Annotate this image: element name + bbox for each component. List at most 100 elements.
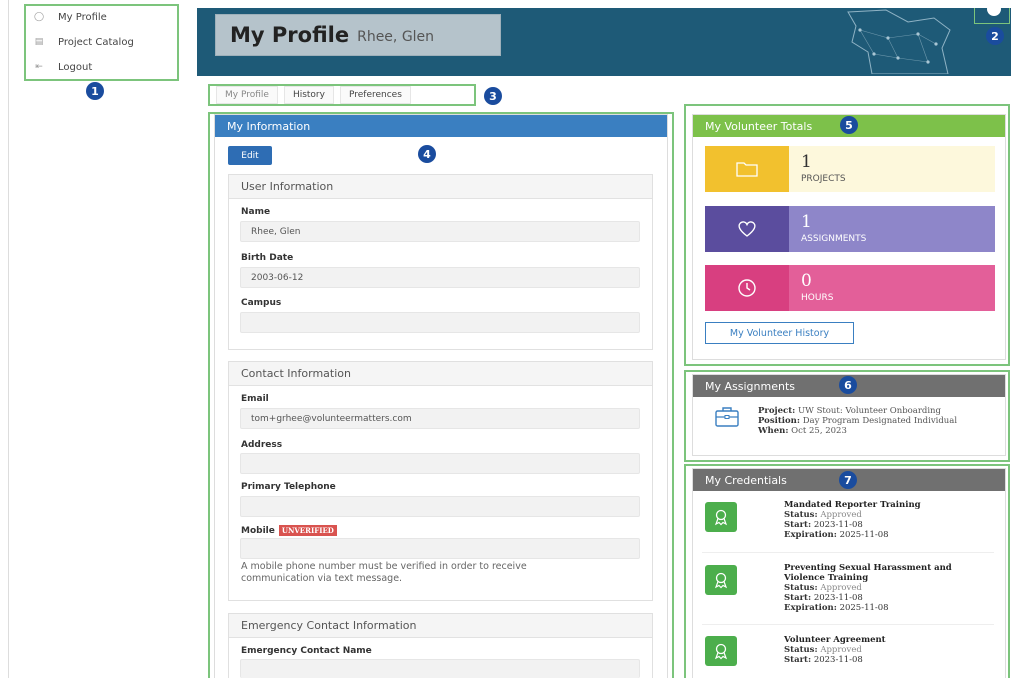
- assignment-item[interactable]: Project: UW Stout: Volunteer Onboarding …: [758, 406, 957, 436]
- status-value: Approved: [820, 510, 862, 520]
- divider: [702, 624, 994, 625]
- nav-item-label: Logout: [58, 61, 93, 73]
- campus-field[interactable]: [240, 312, 640, 333]
- callout-marker: 4: [418, 145, 436, 163]
- profile-icon: ◯: [33, 12, 45, 22]
- birth-date-label: Birth Date: [241, 253, 294, 263]
- expiration-value: 2025-11-08: [839, 603, 889, 613]
- nav-item-project-catalog[interactable]: ▤ Project Catalog: [32, 33, 134, 51]
- hours-label: HOURS: [801, 293, 834, 303]
- projects-label: PROJECTS: [801, 174, 846, 184]
- stat-hours[interactable]: 0 HOURS: [705, 265, 995, 311]
- status-value: Approved: [820, 645, 862, 655]
- campus-label: Campus: [241, 298, 282, 308]
- volunteer-history-button[interactable]: My Volunteer History: [705, 322, 854, 344]
- when-value: Oct 25, 2023: [791, 426, 847, 436]
- project-value: UW Stout: Volunteer Onboarding: [797, 406, 941, 416]
- email-label: Email: [241, 394, 269, 404]
- credential-title-cont: Violence Training: [784, 573, 869, 583]
- credential-title: Volunteer Agreement: [784, 635, 886, 645]
- name-field[interactable]: Rhee, Glen: [240, 221, 640, 242]
- primary-telephone-field[interactable]: [240, 496, 640, 517]
- folder-icon: [705, 146, 789, 192]
- state-map-icon: [847, 9, 951, 74]
- section-heading: Emergency Contact Information: [229, 614, 652, 638]
- section-heading: Contact Information: [229, 362, 652, 386]
- divider: [702, 552, 994, 553]
- callout-marker: 2: [986, 27, 1004, 45]
- hours-count: 0: [801, 271, 812, 291]
- mobile-label: Mobile: [241, 525, 275, 536]
- book-icon: ▤: [34, 37, 44, 47]
- address-field[interactable]: [240, 453, 640, 474]
- when-label: When:: [758, 426, 789, 436]
- award-icon: [705, 502, 737, 532]
- user-menu-highlight[interactable]: [974, 2, 1010, 24]
- nav-item-my-profile[interactable]: ◯ My Profile: [32, 8, 107, 26]
- status-label: Status:: [784, 645, 818, 655]
- start-value: 2023-11-08: [813, 593, 863, 603]
- mobile-note-line: A mobile phone number must be verified i…: [241, 561, 527, 572]
- edit-button[interactable]: Edit: [228, 146, 272, 165]
- tab-my-profile[interactable]: My Profile: [216, 86, 278, 104]
- tab-preferences[interactable]: Preferences: [339, 86, 411, 104]
- start-label: Start:: [784, 520, 812, 530]
- mobile-field[interactable]: [240, 538, 640, 559]
- position-label: Position:: [758, 416, 800, 426]
- expiration-value: 2025-11-08: [839, 530, 889, 540]
- credential-item[interactable]: Preventing Sexual Harassment and Violenc…: [784, 563, 952, 613]
- callout-marker: 6: [839, 376, 857, 394]
- award-icon: [705, 565, 737, 595]
- position-value: Day Program Designated Individual: [802, 416, 958, 426]
- user-avatar-icon[interactable]: [987, 2, 1001, 16]
- mobile-label-row: Mobile UNVERIFIED: [241, 525, 337, 536]
- assignments-count: 1: [801, 212, 812, 232]
- start-value: 2023-11-08: [813, 520, 863, 530]
- project-label: Project:: [758, 406, 796, 416]
- callout-marker: 5: [840, 116, 858, 134]
- my-information-heading: My Information: [215, 115, 667, 137]
- primary-telephone-label: Primary Telephone: [241, 482, 336, 492]
- credential-title: Mandated Reporter Training: [784, 500, 921, 510]
- address-label: Address: [241, 440, 283, 450]
- birth-date-field[interactable]: 2003-06-12: [240, 267, 640, 288]
- emergency-contact-name-label: Emergency Contact Name: [241, 646, 372, 656]
- left-sidebar: [8, 0, 196, 678]
- stat-projects[interactable]: 1 PROJECTS: [705, 146, 995, 192]
- callout-marker: 3: [484, 87, 502, 105]
- nav-item-label: Project Catalog: [58, 36, 134, 48]
- expiration-label: Expiration:: [784, 603, 837, 613]
- heart-icon: [705, 206, 789, 252]
- expiration-label: Expiration:: [784, 530, 837, 540]
- start-label: Start:: [784, 655, 812, 665]
- profile-tabs: My Profile History Preferences: [208, 84, 476, 106]
- page-title-box: My Profile Rhee, Glen: [215, 14, 501, 56]
- email-field[interactable]: tom+grhee@volunteermatters.com: [240, 408, 640, 429]
- mobile-note-line: communication via text message.: [241, 573, 403, 584]
- projects-count: 1: [801, 152, 812, 172]
- mobile-note: A mobile phone number must be verified i…: [241, 561, 527, 585]
- nav-item-logout[interactable]: ⇤ Logout: [32, 58, 92, 76]
- callout-marker: 1: [86, 82, 104, 100]
- name-label: Name: [241, 207, 271, 217]
- credential-item[interactable]: Volunteer Agreement Status: Approved Sta…: [784, 635, 886, 665]
- section-heading: User Information: [229, 175, 652, 199]
- stat-assignments[interactable]: 1 ASSIGNMENTS: [705, 206, 995, 252]
- briefcase-icon: [715, 407, 739, 427]
- nav-item-label: My Profile: [58, 11, 107, 23]
- award-icon: [705, 636, 737, 666]
- start-value: 2023-11-08: [813, 655, 863, 665]
- clock-icon: [705, 265, 789, 311]
- status-label: Status:: [784, 583, 818, 593]
- logout-icon: ⇤: [35, 62, 43, 72]
- credential-item[interactable]: Mandated Reporter Training Status: Appro…: [784, 500, 921, 540]
- status-label: Status:: [784, 510, 818, 520]
- emergency-contact-name-field[interactable]: [240, 659, 640, 678]
- page-title: My Profile: [230, 23, 350, 47]
- unverified-badge: UNVERIFIED: [278, 525, 337, 536]
- page-subtitle: Rhee, Glen: [357, 29, 435, 45]
- callout-marker: 7: [839, 471, 857, 489]
- tab-history[interactable]: History: [283, 86, 334, 104]
- credential-title: Preventing Sexual Harassment and: [784, 563, 952, 573]
- assignments-label: ASSIGNMENTS: [801, 234, 867, 244]
